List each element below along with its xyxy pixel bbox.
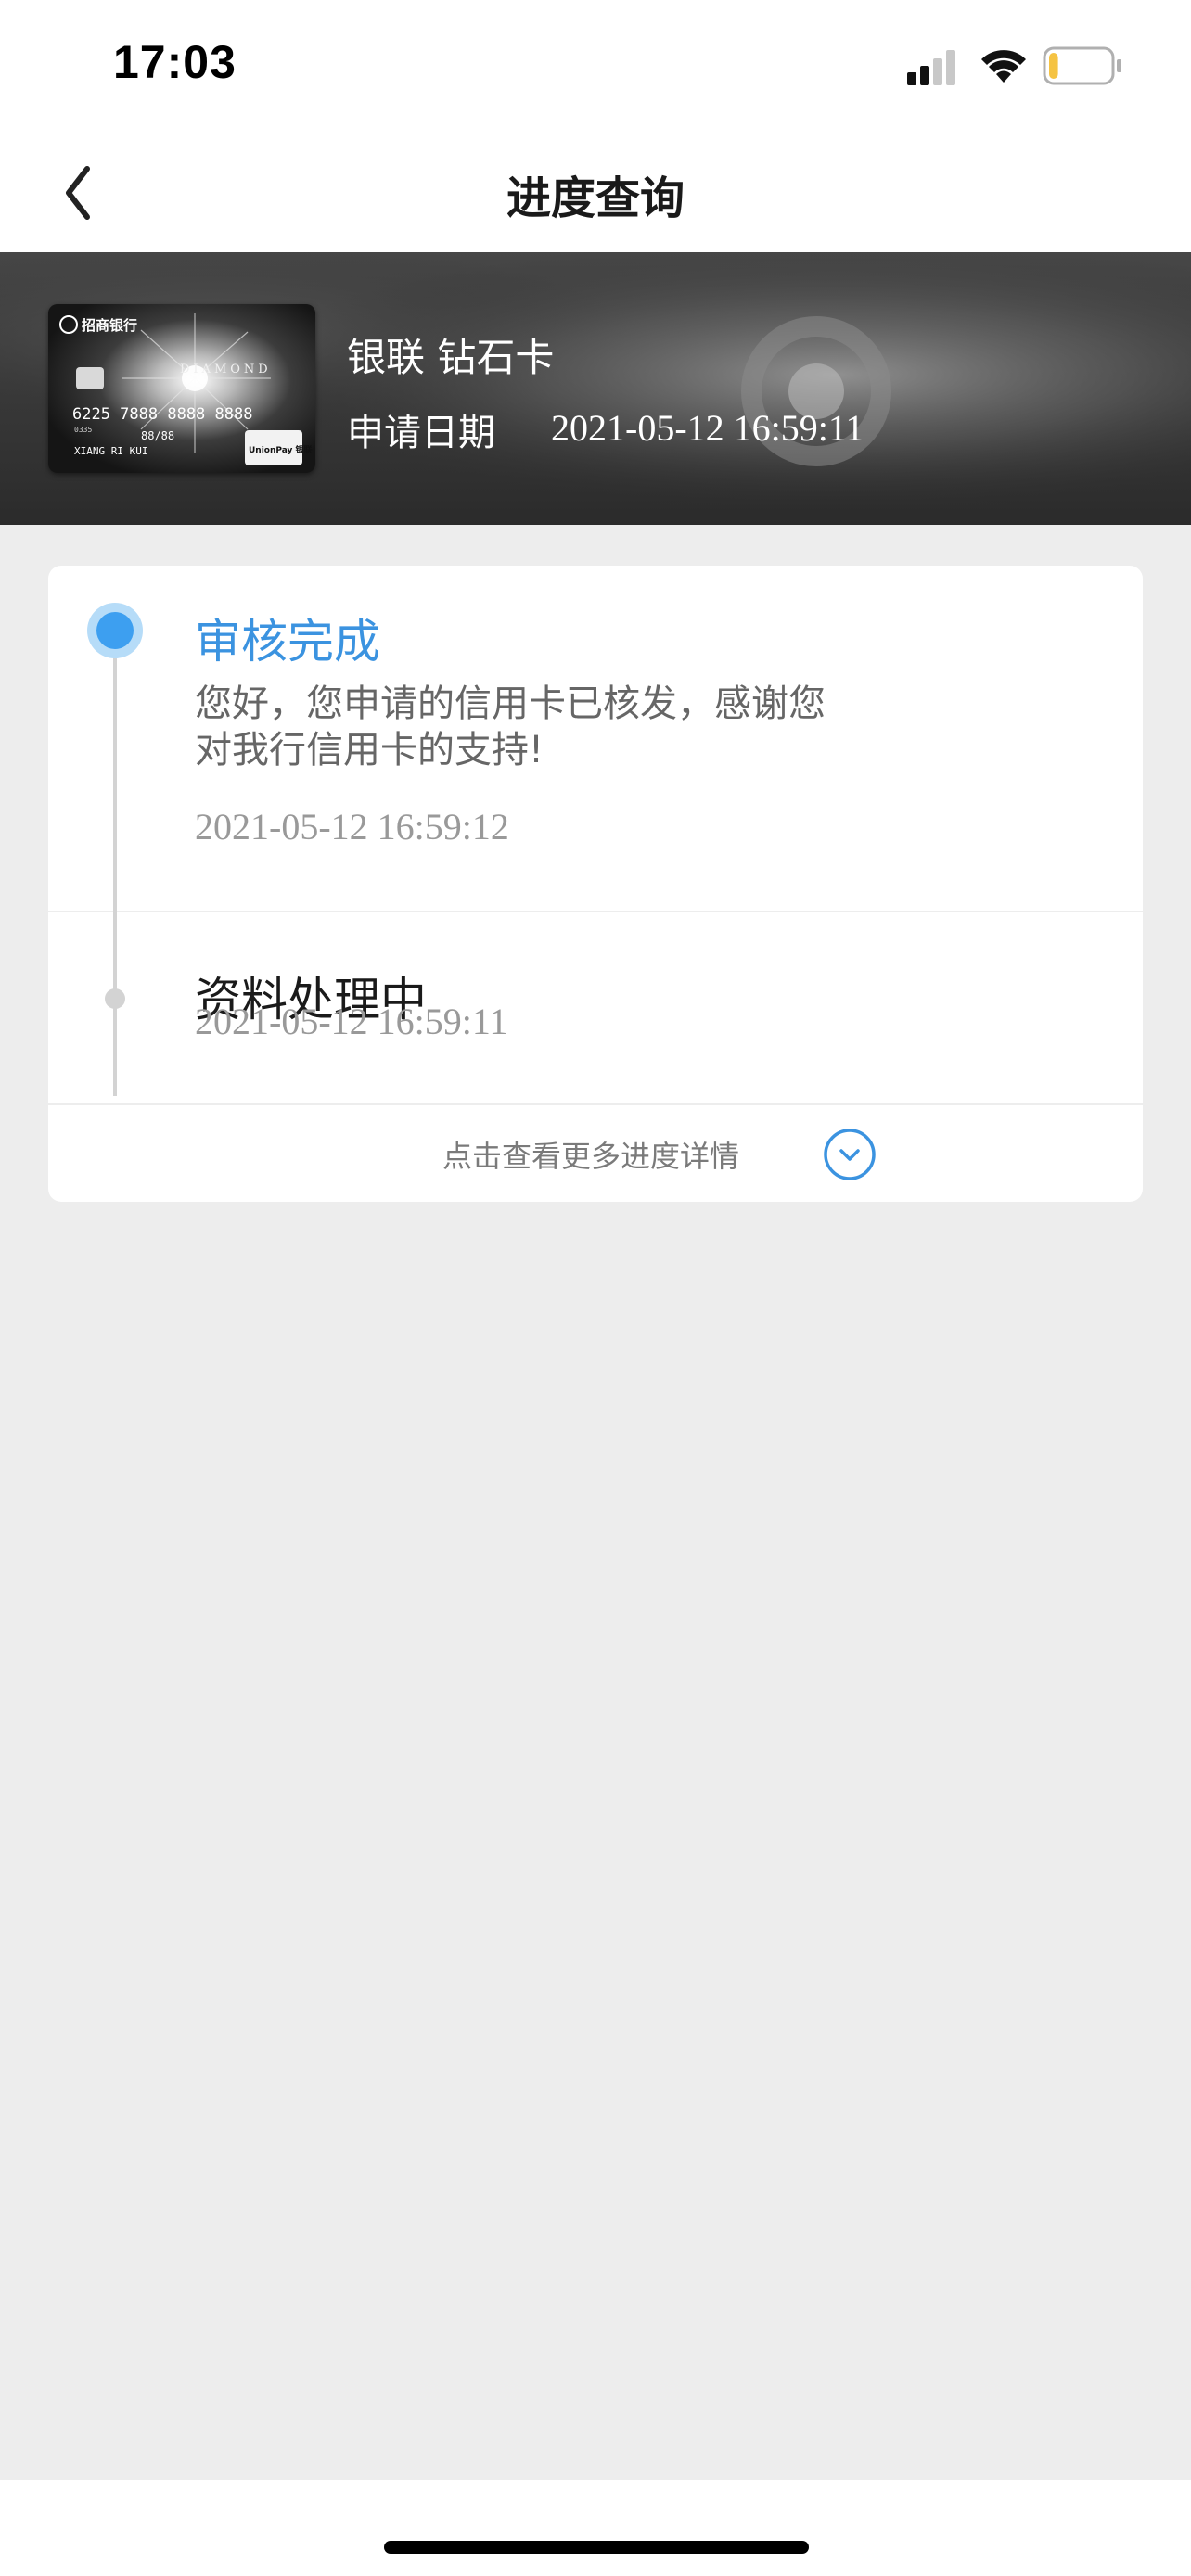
chevron-down-circle-icon (824, 1129, 876, 1180)
more-progress-section: 点击查看更多进度详情 (48, 1105, 1143, 1202)
timeline-dot-active (87, 603, 143, 658)
credit-card-illustration: 招商银行 DIAMOND 6225 7888 8888 8888 0335 88… (48, 304, 315, 473)
step-time: 2021-05-12 16:59:12 (195, 806, 509, 848)
home-indicator[interactable] (384, 2541, 809, 2554)
nav-bar: 进度查询 (0, 135, 1191, 252)
apply-date-label: 申请日期 (347, 412, 495, 454)
step-title: 审核完成 (195, 615, 380, 669)
card-network: UnionPay 银联 (249, 444, 314, 455)
card-image: 招商银行 DIAMOND 6225 7888 8888 8888 0335 88… (48, 304, 315, 473)
apply-date-value: 2021-05-12 16:59:11 (551, 407, 864, 449)
timeline-line (113, 629, 117, 1096)
progress-card: 审核完成 您好，您申请的信用卡已核发，感谢您 对我行信用卡的支持! 2021-0… (48, 566, 1143, 1202)
step-time: 2021-05-12 16:59:11 (195, 1001, 508, 1042)
status-bar: 17:03 (0, 0, 1191, 135)
page-title: 进度查询 (506, 172, 685, 224)
progress-step-completed: 审核完成 您好，您申请的信用卡已核发，感谢您 对我行信用卡的支持! 2021-0… (48, 566, 1143, 911)
more-progress-text: 点击查看更多进度详情 (442, 1139, 740, 1174)
step-description-line: 对我行信用卡的支持! (195, 729, 544, 772)
wifi-icon (981, 50, 1026, 83)
step-description: 您好，您申请的信用卡已核发，感谢您 对我行信用卡的支持! (195, 681, 918, 773)
progress-step-processing: 资料处理中 2021-05-12 16:59:11 (48, 912, 1143, 1103)
card-small-code: 0335 (74, 426, 92, 434)
home-indicator-area (0, 2480, 1191, 2576)
card-banner: 招商银行 DIAMOND 6225 7888 8888 8888 0335 88… (0, 252, 1191, 525)
card-name: 银联 钻石卡 (347, 335, 555, 380)
card-valid-thru: 88/88 (141, 429, 174, 442)
step-description-line: 您好，您申请的信用卡已核发，感谢您 (195, 682, 826, 725)
cellular-signal-icon (907, 50, 955, 85)
more-progress-link[interactable]: 点击查看更多进度详情 (48, 1105, 1143, 1202)
battery-low-icon (1043, 46, 1121, 85)
card-bank-name: 招商银行 (82, 317, 137, 334)
card-number: 6225 7888 8888 8888 (72, 405, 252, 424)
card-holder: XIANG RI KUI (74, 445, 147, 457)
status-time: 17:03 (113, 36, 237, 88)
card-product-label: DIAMOND (180, 363, 272, 376)
